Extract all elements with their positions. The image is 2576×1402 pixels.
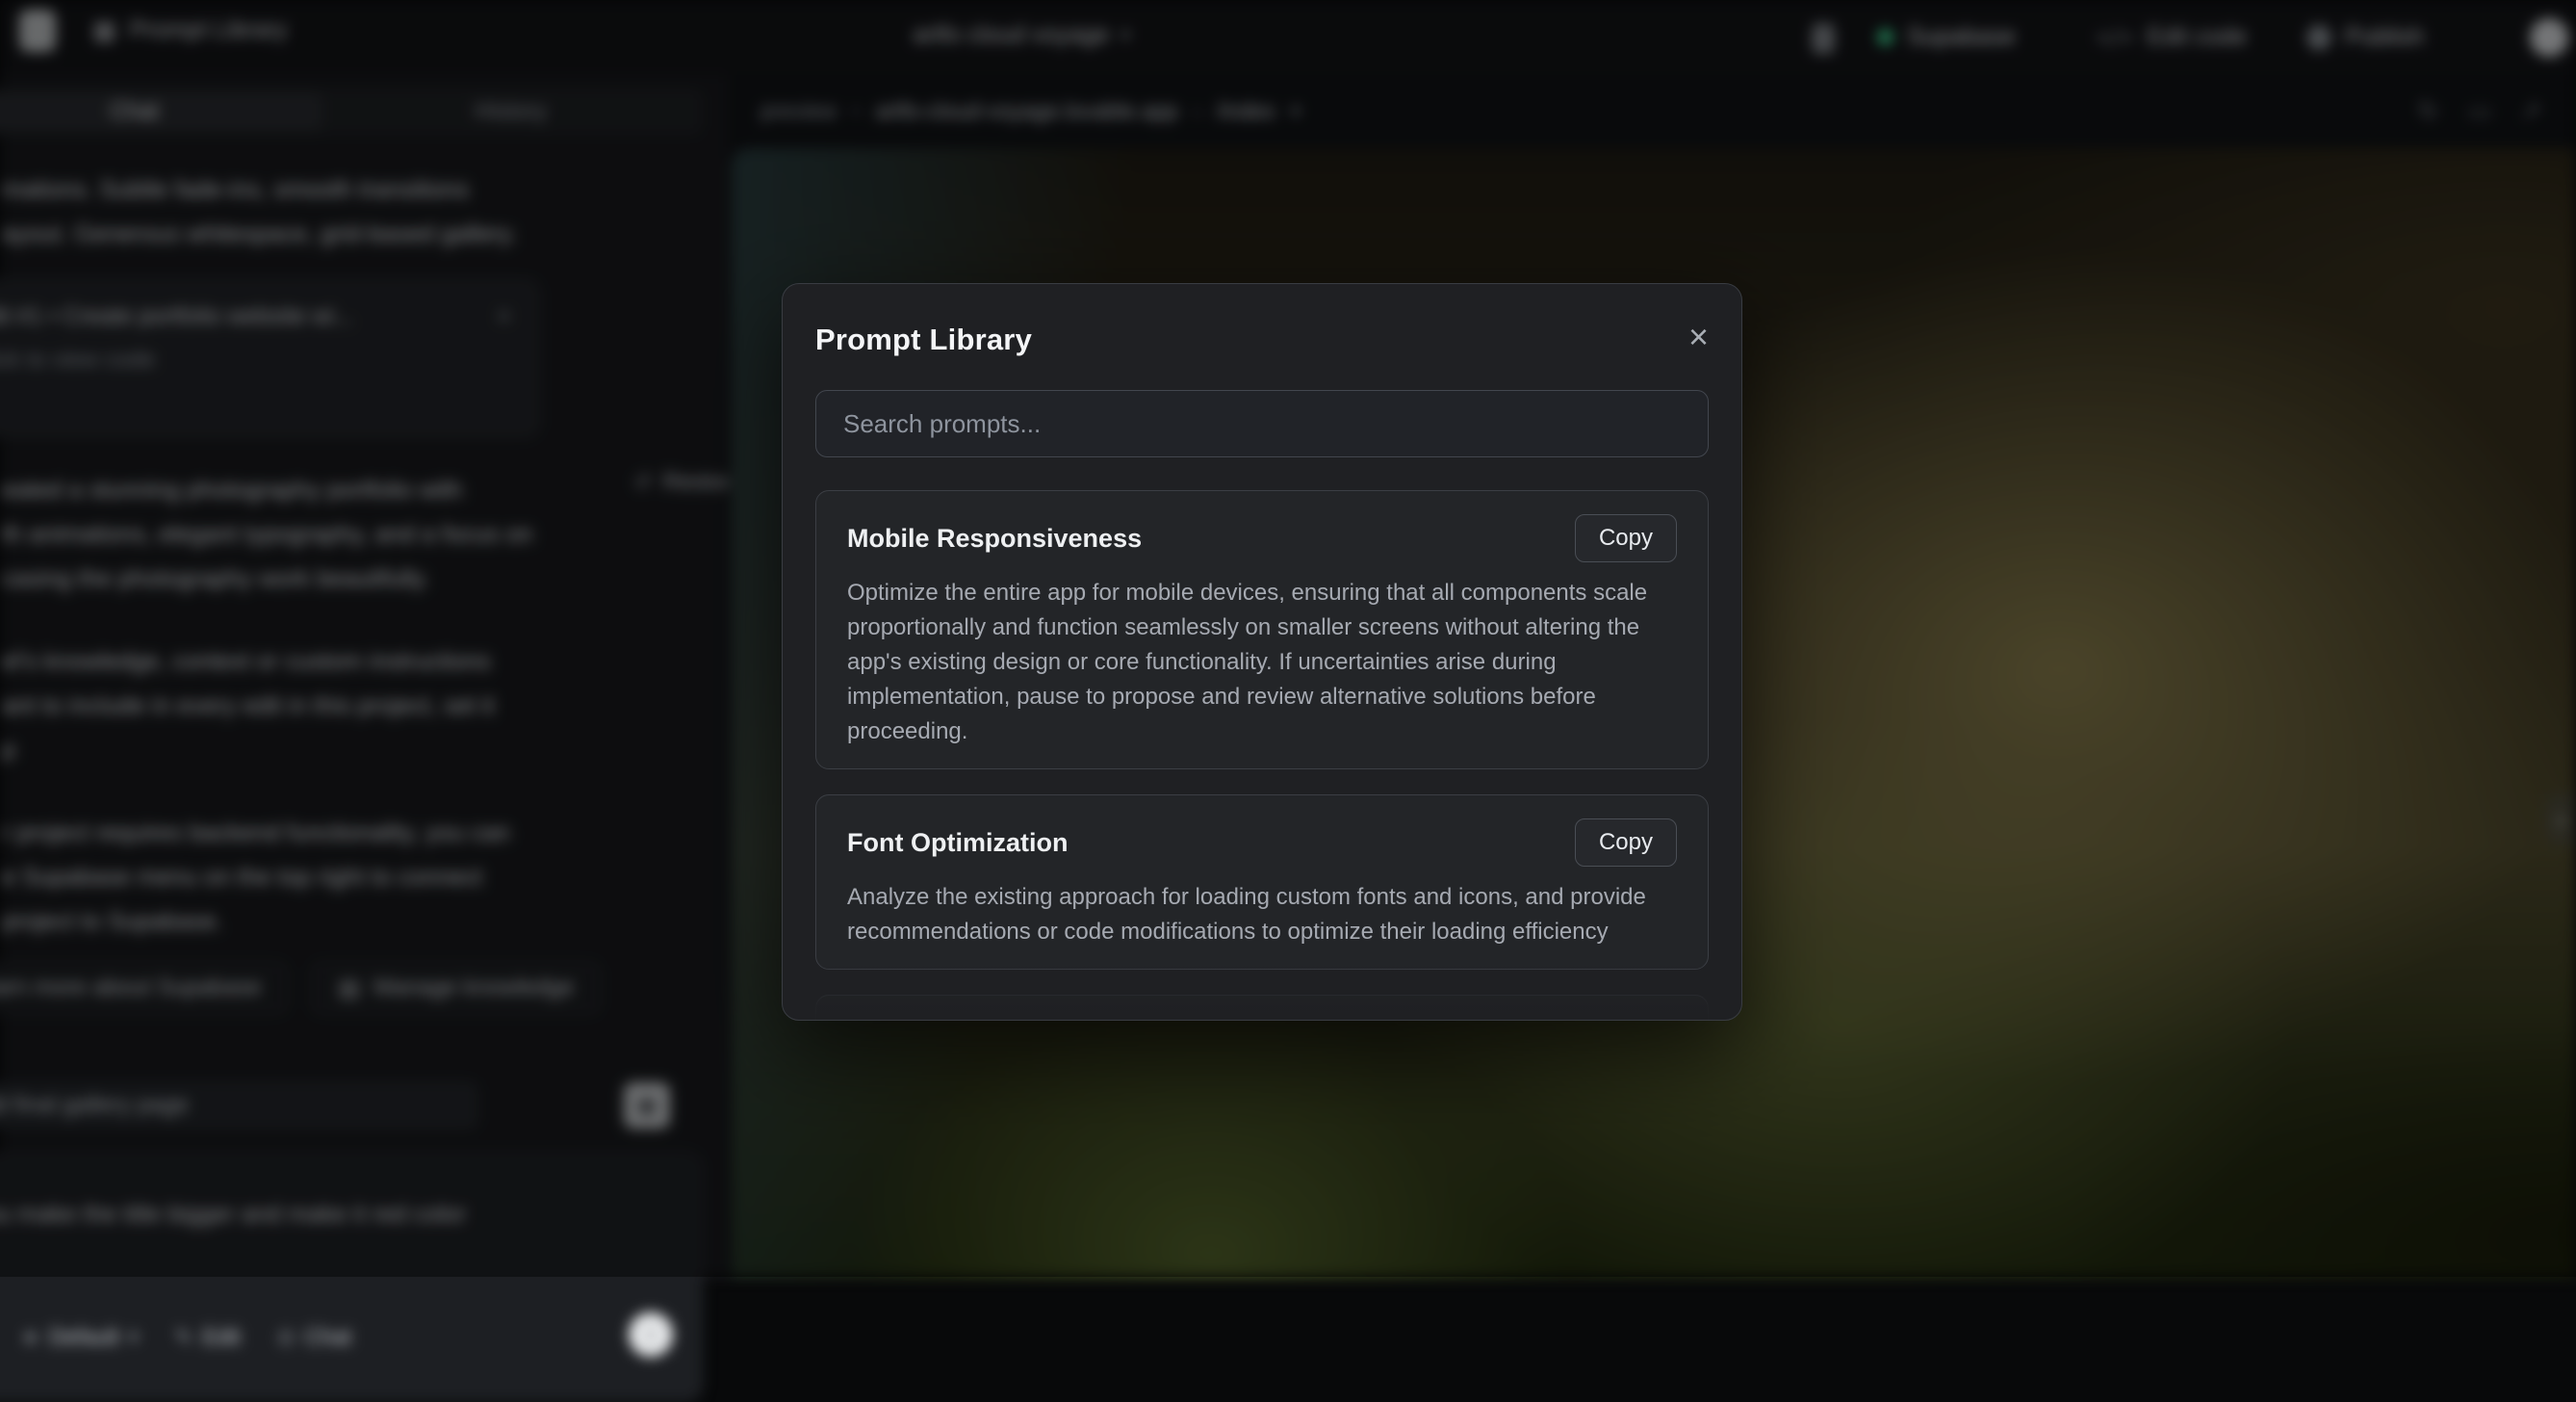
copy-button[interactable]: Copy [1575,818,1677,867]
mode-edit-label: Edit [202,1324,241,1350]
prompt-description: Analyze the existing approach for loadin… [847,880,1677,949]
prompt-description: Optimize the entire app for mobile devic… [847,576,1677,749]
mode-chat-toggle[interactable]: ⊙ Chat [277,1324,351,1350]
prompt-list: Mobile Responsiveness Copy Optimize the … [815,490,1709,1021]
pencil-icon: ✎ [175,1325,193,1350]
prompt-title: Mobile Responsiveness [847,524,1142,554]
mode-edit-toggle[interactable]: ✎ Edit [175,1324,241,1350]
arrow-up-icon: ↑ [645,1320,657,1350]
mode-default-toggle[interactable]: ∗ Default ▾ [21,1324,138,1350]
prompt-title: Font Optimization [847,828,1068,858]
close-icon: × [1688,317,1709,356]
mode-chat-label: Chat [304,1324,351,1350]
prompt-library-modal: Prompt Library × Mobile Responsiveness C… [782,283,1742,1021]
mode-default-label: Default [49,1324,119,1350]
sparkle-icon: ∗ [21,1325,39,1350]
close-button[interactable]: × [1688,323,1709,351]
prompt-card: Mobile Responsiveness Copy Optimize the … [815,490,1709,769]
search-input[interactable] [815,390,1709,457]
send-button[interactable]: ↑ [629,1312,673,1357]
modal-title: Prompt Library [815,323,1032,357]
chat-bubble-icon: ⊙ [277,1325,295,1350]
chevron-down-icon: ▾ [129,1325,139,1349]
prompt-card-partial [815,995,1709,1021]
copy-button[interactable]: Copy [1575,514,1677,562]
prompt-card: Font Optimization Copy Analyze the exist… [815,794,1709,970]
